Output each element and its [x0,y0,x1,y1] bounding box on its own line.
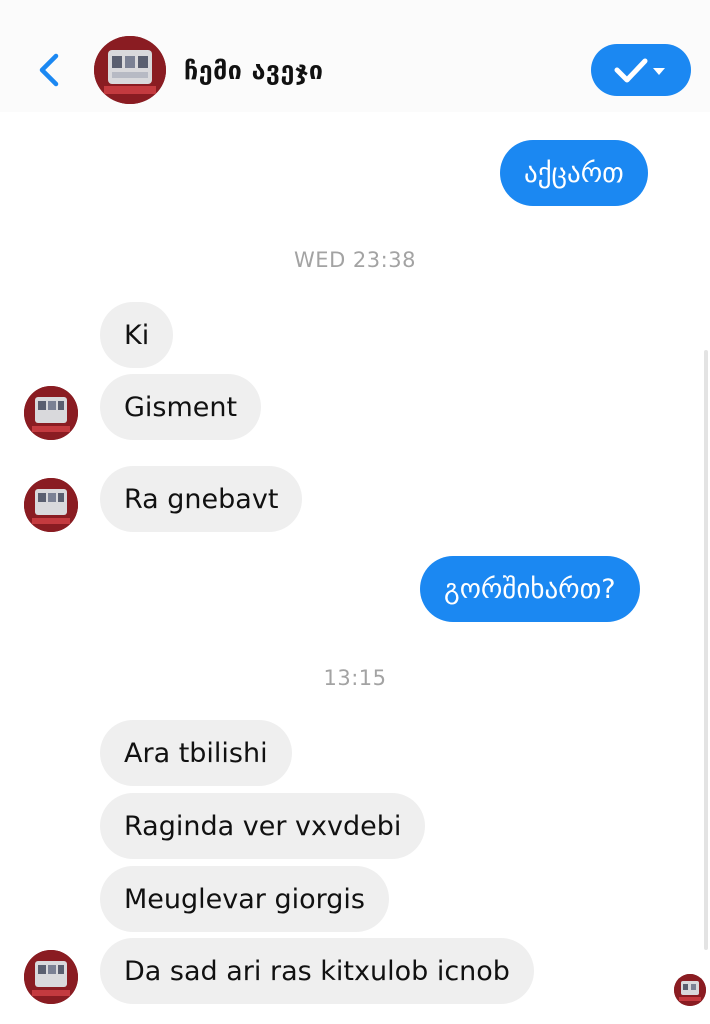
store-logo-icon [24,478,78,532]
incoming-message[interactable]: Raginda ver vxvdebi [100,793,426,859]
outgoing-message[interactable]: გორშიხართ? [420,556,640,622]
incoming-message[interactable]: Gisment [100,374,262,440]
sender-avatar[interactable] [24,478,78,532]
sender-avatar[interactable] [24,950,78,1004]
store-logo-icon [94,36,166,104]
back-button[interactable] [32,50,68,90]
conversation-header: ჩემი ავეჯი [0,0,710,112]
scrollbar[interactable] [704,350,708,950]
check-dropdown-icon [614,58,665,83]
incoming-message[interactable]: Da sad ari ras kitxulob icnob [100,938,534,1004]
contact-avatar[interactable] [94,36,166,104]
contact-name[interactable]: ჩემი ავეჯი [184,56,323,85]
sender-avatar[interactable] [24,386,78,440]
timestamp-divider: WED 23:38 [294,248,416,272]
incoming-message[interactable]: Meuglevar giorgis [100,866,389,932]
chevron-left-icon [39,53,59,87]
action-dropdown-button[interactable] [591,44,691,96]
incoming-message[interactable]: Ra gnebavt [100,466,303,532]
store-logo-icon [24,950,78,1004]
seen-indicator-avatar [674,974,706,1006]
incoming-message[interactable]: Ara tbilishi [100,720,292,786]
store-logo-icon [24,386,78,440]
timestamp-divider: 13:15 [323,666,387,690]
incoming-message[interactable]: Ki [100,302,174,368]
outgoing-message[interactable]: აქცართ [500,140,648,206]
store-logo-icon [674,974,706,1006]
